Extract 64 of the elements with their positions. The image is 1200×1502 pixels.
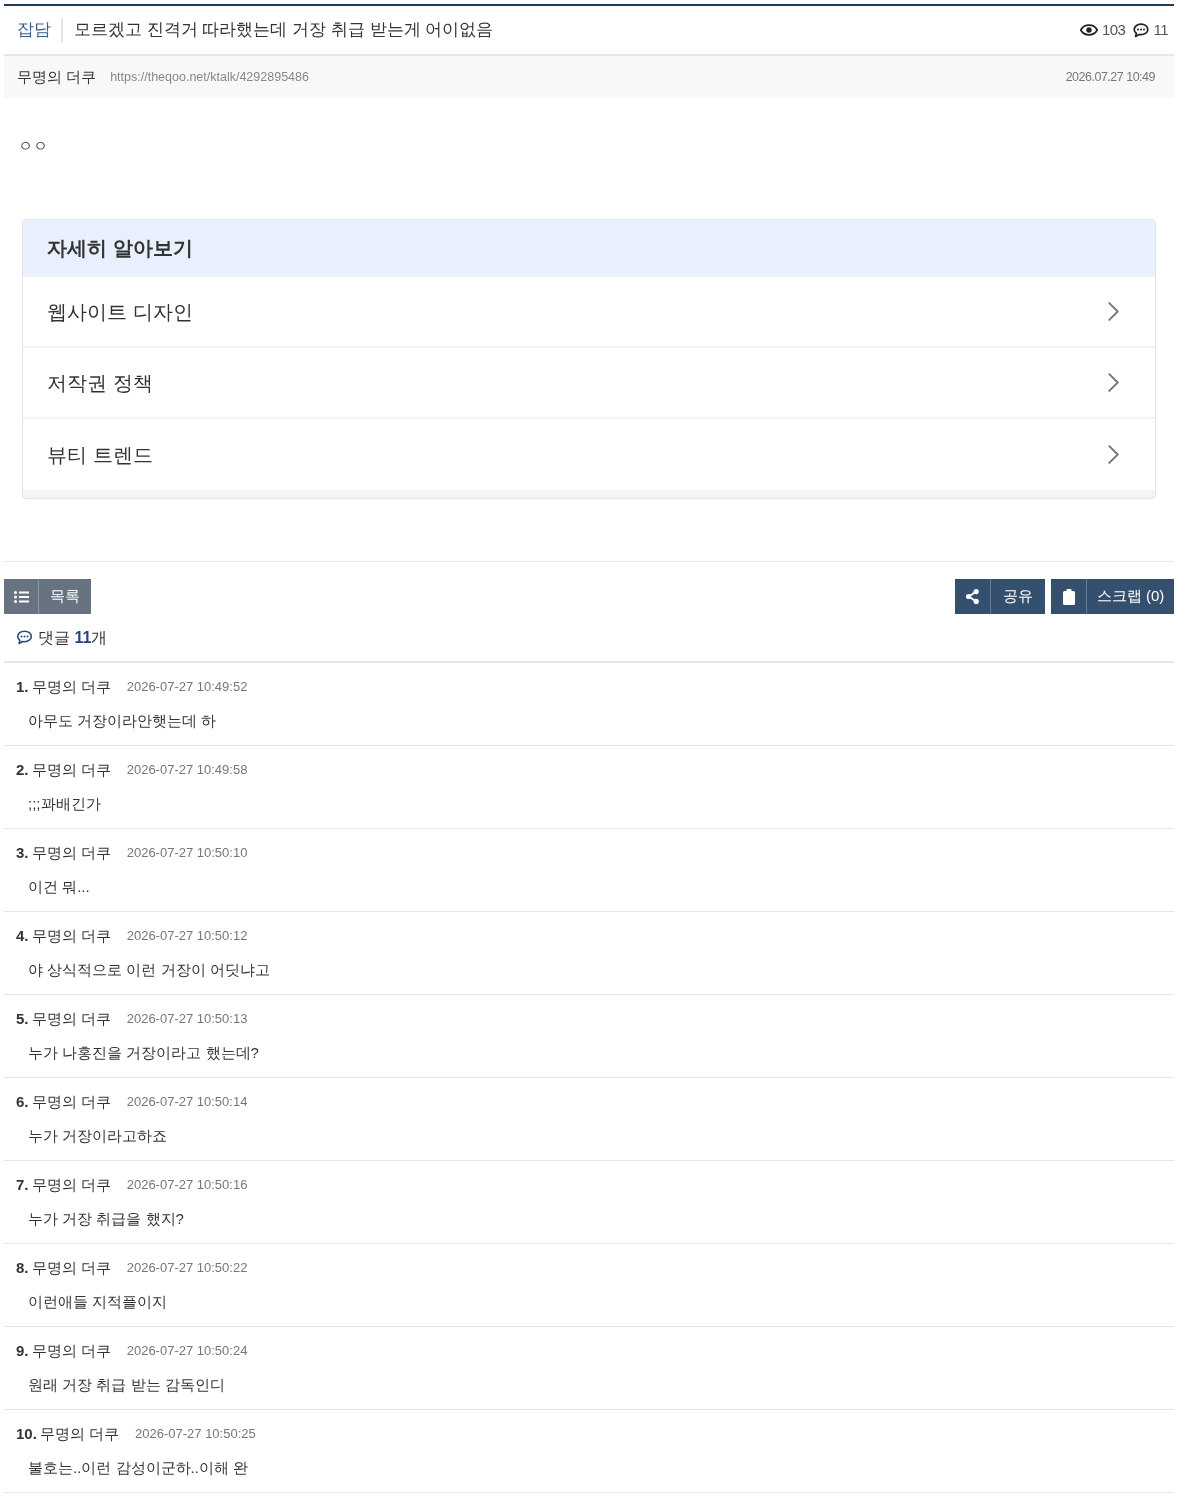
comment-number: 9. <box>16 1340 29 1361</box>
comment-time: 2026-07-27 10:49:52 <box>126 678 248 697</box>
related-link-item[interactable]: 뷰티 트렌드 <box>23 419 1155 490</box>
author-name: 무명의 더쿠 <box>17 66 97 87</box>
comment-number: 2. <box>16 759 29 780</box>
comment-time: 2026-07-27 10:50:16 <box>126 1176 248 1195</box>
comment-author: 무명의 더쿠 <box>31 1257 111 1278</box>
comment-text: 야 상식적으로 이런 거장이 어딧냐고 <box>28 959 270 980</box>
comment-author: 무명의 더쿠 <box>31 842 111 863</box>
comment-author: 무명의 더쿠 <box>31 925 111 946</box>
comment-time: 2026-07-27 10:50:22 <box>126 1259 248 1278</box>
comment-text: 이런애들 지적플이지 <box>28 1291 168 1312</box>
comment-author: 무명의 더쿠 <box>31 1340 111 1361</box>
comment-time: 2026-07-27 10:49:58 <box>126 761 248 780</box>
list-button[interactable]: 목록 <box>4 579 91 614</box>
eye-icon <box>1079 24 1098 36</box>
comment-icon <box>1133 22 1150 38</box>
comment-number: 6. <box>16 1091 29 1112</box>
comment-author: 무명의 더쿠 <box>39 1423 120 1444</box>
comment-time: 2026-07-27 10:50:14 <box>126 1093 248 1112</box>
comment-number: 3. <box>16 842 29 863</box>
comment-text: 아무도 거장이라안햇는데 하 <box>28 710 217 731</box>
comment-time: 2026-07-27 10:50:12 <box>126 927 248 946</box>
comment-author: 무명의 더쿠 <box>31 1091 111 1112</box>
comment-number: 1. <box>16 676 29 697</box>
related-link-item[interactable]: 웹사이트 디자인 <box>23 277 1155 348</box>
post-title: 모르겠고 진격거 따라했는데 거장 취급 받는게 어이없음 <box>74 19 494 41</box>
share-button[interactable]: 공유 <box>955 579 1045 614</box>
comment-number: 10. <box>16 1423 37 1444</box>
comment-time: 2026-07-27 10:50:13 <box>126 1010 248 1029</box>
related-heading: 자세히 알아보기 <box>47 235 193 261</box>
comment-number: 4. <box>16 925 29 946</box>
comment-text: 불호는..이런 감성이군하..이해 완 <box>28 1457 248 1478</box>
comments-heading: 댓글 11개 <box>38 627 108 648</box>
comment-text: 원래 거장 취급 받는 감독인디 <box>28 1374 225 1395</box>
comment-icon <box>16 630 33 645</box>
comment-text: 이건 뭐... <box>28 876 90 897</box>
chevron-right-icon <box>1108 373 1119 392</box>
comment-time: 2026-07-27 10:50:10 <box>126 844 248 863</box>
comment-number: 8. <box>16 1257 29 1278</box>
share-icon <box>966 589 979 604</box>
clipboard-icon <box>1062 588 1075 605</box>
comment-time: 2026-07-27 10:50:24 <box>126 1342 248 1361</box>
comment-text: 누가 거장이라고하죠 <box>28 1125 168 1146</box>
comment-author: 무명의 더쿠 <box>31 759 111 780</box>
list-icon <box>13 590 29 603</box>
comment-number: 5. <box>16 1008 29 1029</box>
post-date: 2026.07.27 10:49 <box>1065 68 1155 86</box>
related-link-item[interactable]: 저작권 정책 <box>23 348 1155 419</box>
comment-author: 무명의 더쿠 <box>31 1174 111 1195</box>
comment-time: 2026-07-27 10:50:25 <box>135 1425 256 1444</box>
post-body-text: ㅇㅇ <box>18 137 48 154</box>
comment-text: 누가 거장 취급을 했지? <box>28 1208 184 1229</box>
chevron-right-icon <box>1108 445 1119 464</box>
comment-number: 7. <box>16 1174 29 1195</box>
category-link[interactable]: 잡담 <box>17 18 63 42</box>
comment-author: 무명의 더쿠 <box>31 1008 111 1029</box>
comment-count: 11 <box>1153 19 1168 40</box>
chevron-right-icon <box>1108 302 1119 321</box>
view-count: 103 <box>1101 19 1126 40</box>
scrap-button[interactable]: 스크랩 (0) <box>1051 579 1174 614</box>
comment-text: ;;;꽈배긴가 <box>28 793 101 814</box>
comment-author: 무명의 더쿠 <box>31 676 111 697</box>
comment-text: 누가 나홍진을 거장이라고 했는데? <box>28 1042 259 1063</box>
